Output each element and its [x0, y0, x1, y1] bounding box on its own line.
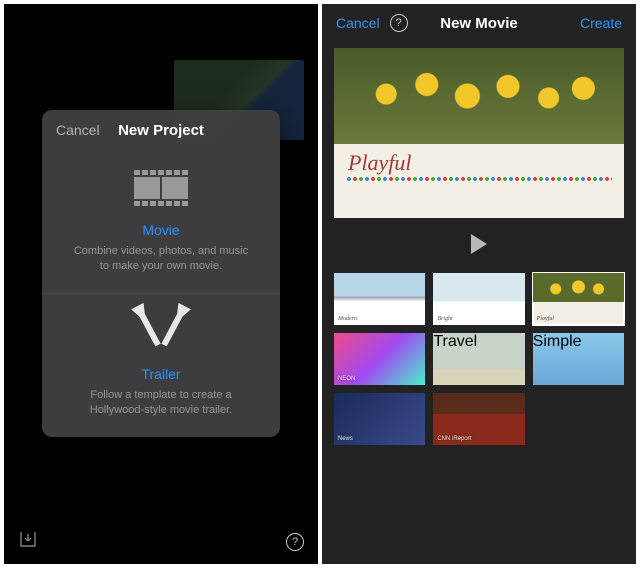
modal-header: Cancel New Project: [42, 110, 280, 150]
play-row: [322, 226, 636, 273]
screen-new-movie-themes: Cancel ? New Movie Create Playful Modern…: [322, 4, 636, 564]
create-button[interactable]: Create: [580, 15, 622, 31]
theme-thumb-modern[interactable]: Modern: [334, 273, 425, 325]
nav-bar: Cancel ? New Movie Create: [322, 4, 636, 42]
option-trailer[interactable]: Trailer Follow a template to create a Ho…: [42, 293, 280, 437]
theme-thumb-bright[interactable]: Bright: [433, 273, 524, 325]
option-trailer-desc: Follow a template to create a Hollywood-…: [62, 388, 260, 419]
theme-thumb-simple[interactable]: Simple: [533, 333, 624, 385]
theme-preview[interactable]: Playful: [334, 48, 624, 218]
new-project-modal: Cancel New Project Movie Combine videos,…: [42, 110, 280, 437]
option-movie-desc: Combine videos, photos, and music to mak…: [62, 244, 260, 275]
cancel-button[interactable]: Cancel: [336, 15, 380, 31]
preview-image: [334, 48, 624, 144]
spotlights-icon: [62, 304, 260, 360]
bottom-toolbar: ?: [4, 518, 318, 564]
help-icon[interactable]: ?: [390, 14, 408, 32]
theme-thumb-neon[interactable]: NEON: [334, 333, 425, 385]
theme-thumb-news[interactable]: News: [334, 393, 425, 445]
preview-decorative-dots: [346, 176, 612, 182]
download-icon[interactable]: [18, 529, 38, 554]
modal-cancel-button[interactable]: Cancel: [56, 122, 100, 138]
option-trailer-label: Trailer: [62, 366, 260, 382]
theme-thumb-travel[interactable]: Travel: [433, 333, 524, 385]
filmstrip-icon: [62, 160, 260, 216]
preview-theme-name: Playful: [348, 150, 412, 176]
option-movie-label: Movie: [62, 222, 260, 238]
option-movie[interactable]: Movie Combine videos, photos, and music …: [42, 150, 280, 293]
play-icon[interactable]: [471, 234, 487, 254]
theme-thumb-playful[interactable]: Playful: [533, 273, 624, 325]
help-icon[interactable]: ?: [286, 532, 304, 551]
screen-new-project: ••••○ T-Mobile Wi-Fi ⚲ 10:43 AM ◀ ⦿ ⚡ 87…: [4, 4, 318, 564]
theme-grid: Modern Bright Playful NEON Travel Simple…: [322, 273, 636, 445]
theme-thumb-cnn-ireport[interactable]: CNN iReport: [433, 393, 524, 445]
